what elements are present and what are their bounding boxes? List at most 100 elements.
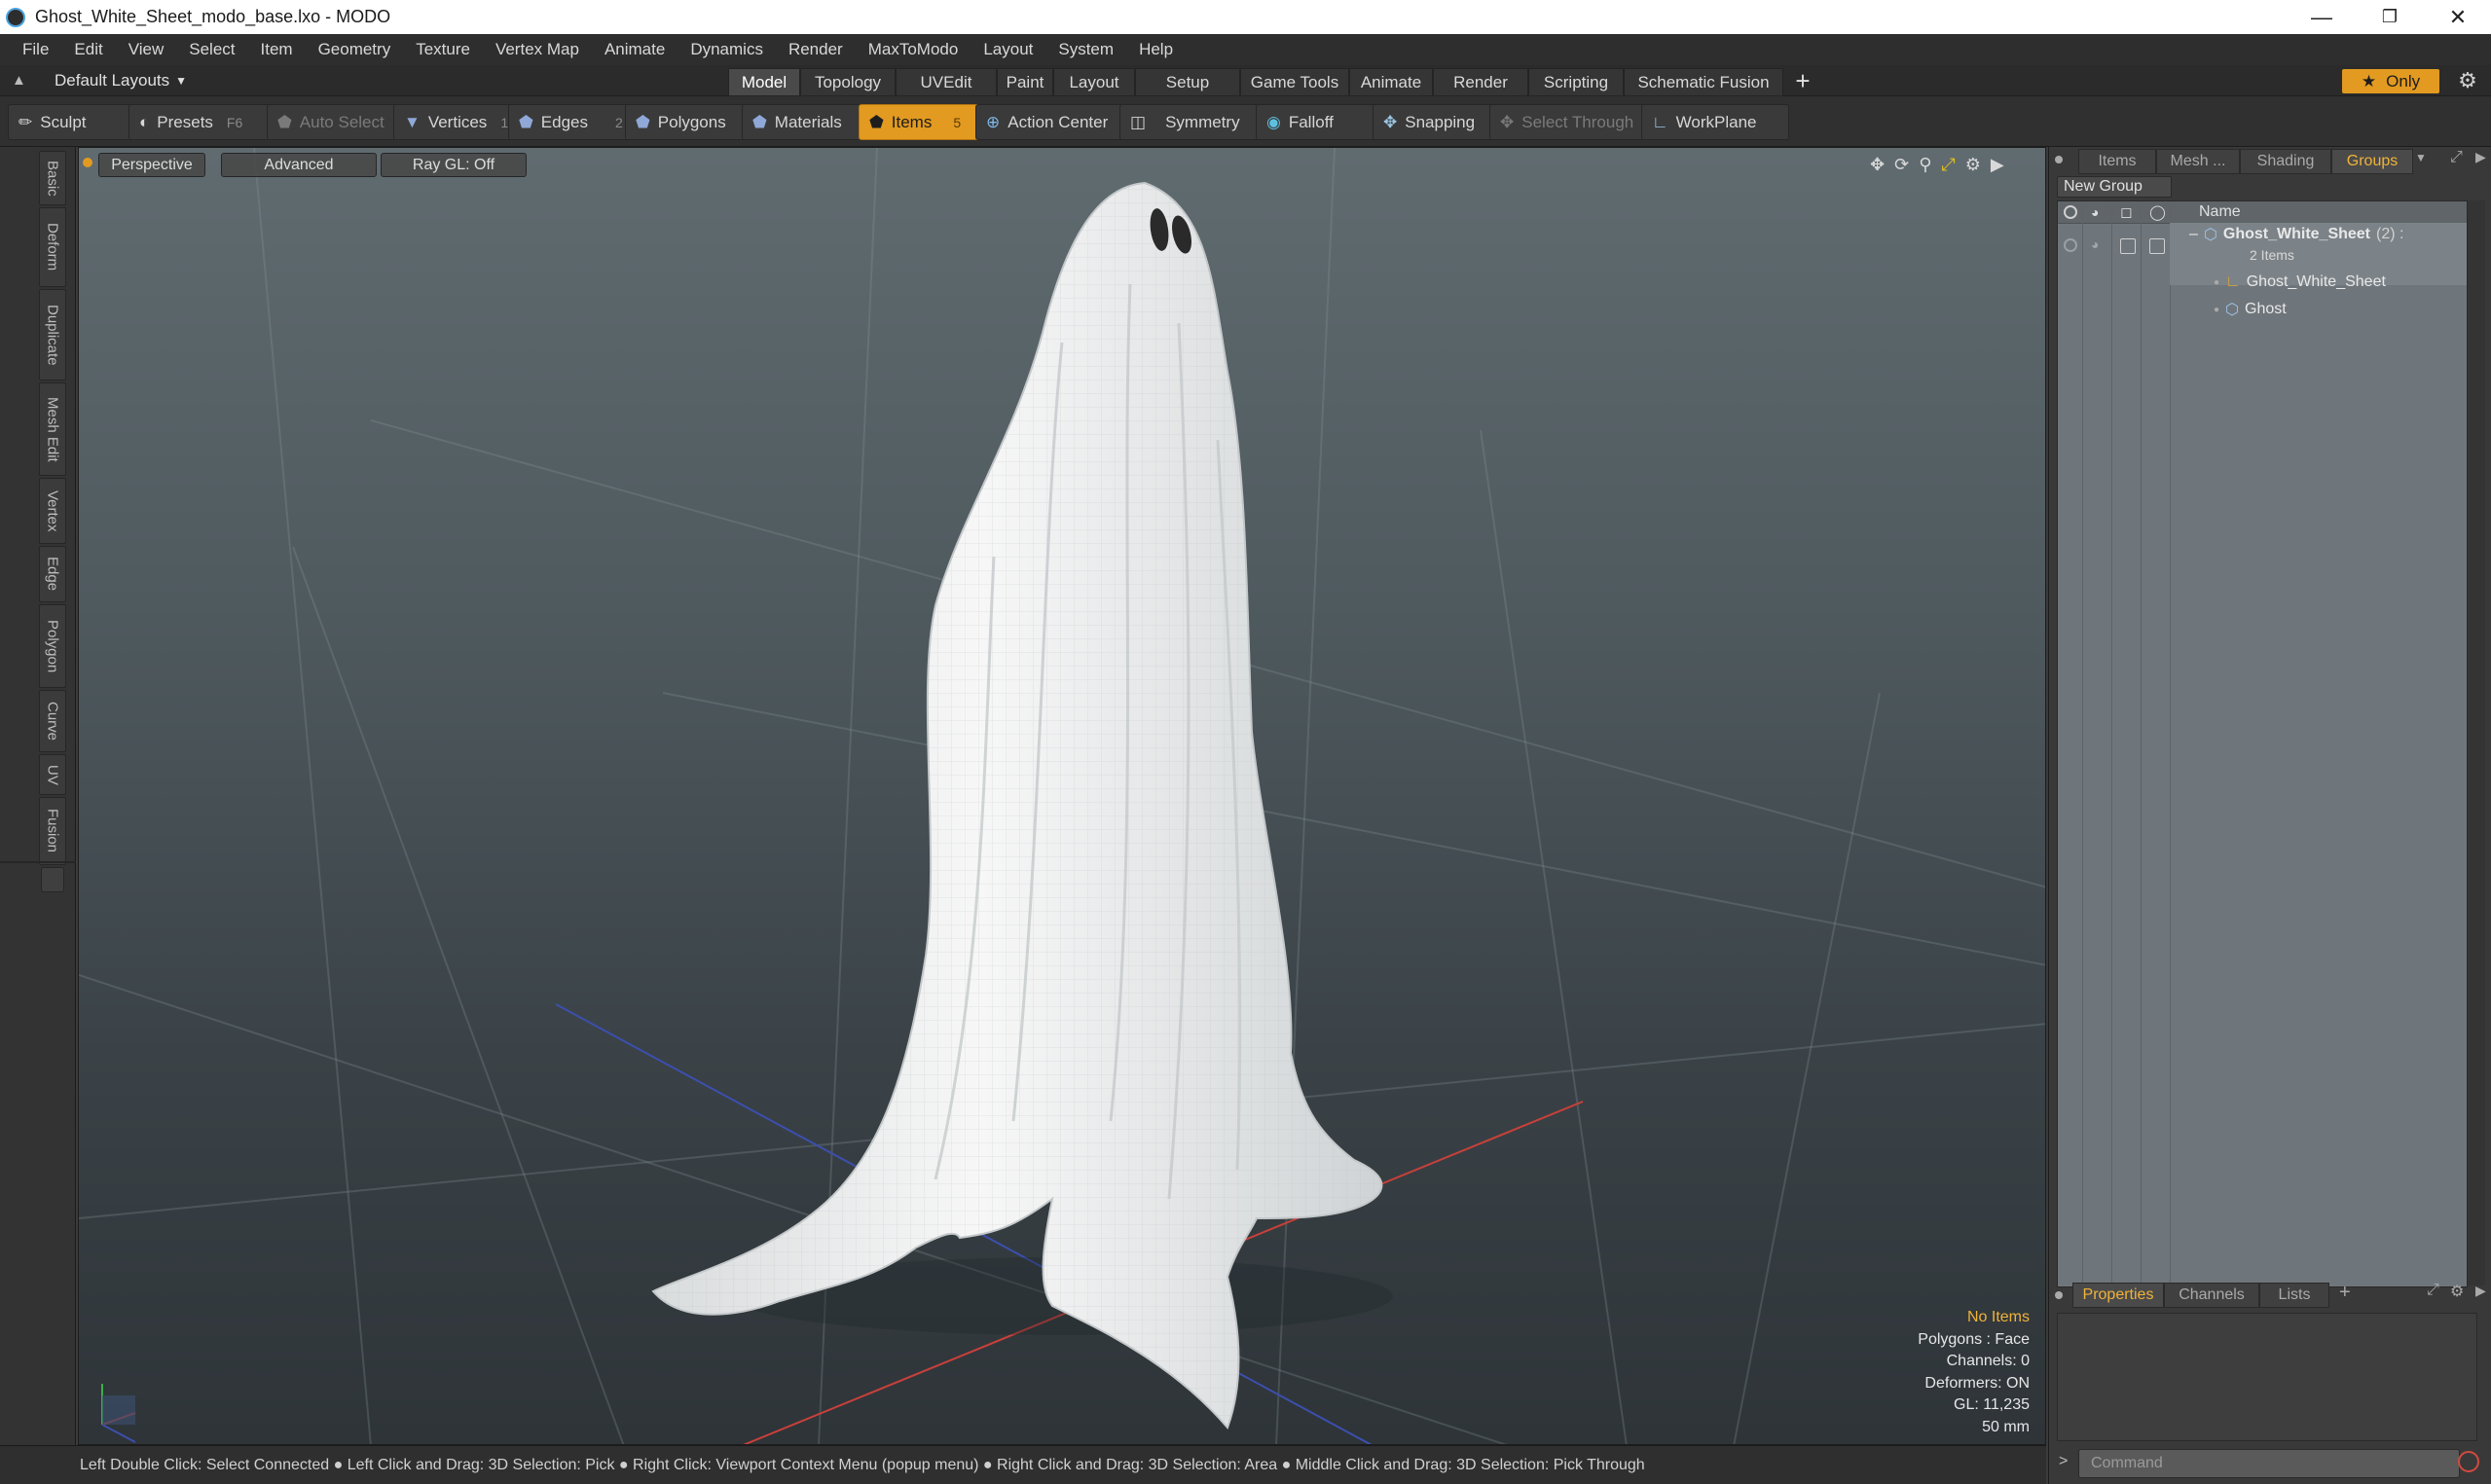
groups-scrollbar[interactable]: [2468, 200, 2485, 1285]
ghost-model[interactable]: [651, 181, 1383, 1430]
command-input[interactable]: Command: [2078, 1449, 2460, 1478]
polygons-button[interactable]: ⬟ Polygons: [625, 104, 755, 140]
vtab-polygon[interactable]: Polygon: [39, 604, 66, 688]
panel-menu-dot[interactable]: [2055, 156, 2063, 163]
menu-file[interactable]: File: [10, 40, 61, 59]
default-layouts-dropdown[interactable]: Default Layouts ▼: [55, 70, 187, 91]
group-child-row[interactable]: ● ⬡ Ghost: [2214, 300, 2287, 319]
viewport-settings-icon[interactable]: ⚙: [1965, 155, 1981, 175]
workplane-button[interactable]: ∟ WorkPlane: [1641, 104, 1789, 140]
group-row[interactable]: – ⬡ Ghost_White_Sheet (2) :: [2189, 225, 2403, 244]
snapping-button[interactable]: ✥ Snapping: [1373, 104, 1503, 140]
tab-topology[interactable]: Topology: [800, 68, 896, 96]
collapse-toggle-icon[interactable]: –: [2189, 226, 2198, 243]
tab-schematic-fusion[interactable]: Schematic Fusion: [1624, 68, 1783, 96]
vtab-curve[interactable]: Curve: [39, 690, 66, 752]
group-child-row[interactable]: ● ∟ Ghost_White_Sheet: [2214, 273, 2386, 291]
vtab-basic[interactable]: Basic: [39, 151, 66, 205]
fit-icon[interactable]: ⤢: [1941, 155, 1955, 175]
tab-groups[interactable]: Groups: [2331, 149, 2413, 174]
group-lock-checkbox[interactable]: [2120, 238, 2136, 254]
tab-render[interactable]: Render: [1433, 68, 1528, 96]
rotate-icon[interactable]: ⟳: [1894, 155, 1909, 175]
close-icon[interactable]: ✕: [2424, 0, 2491, 34]
vtab-deform[interactable]: Deform: [39, 207, 66, 287]
menu-vertex-map[interactable]: Vertex Map: [483, 40, 592, 59]
panel-dropdown-icon[interactable]: ▼: [2415, 151, 2427, 164]
edges-button[interactable]: ⬟ Edges 2: [508, 104, 644, 140]
name-column-header[interactable]: Name: [2199, 203, 2241, 221]
vtab-uv[interactable]: UV: [39, 754, 66, 795]
items-button[interactable]: ⬟ Items 5: [859, 104, 993, 140]
vtab-edge[interactable]: Edge: [39, 546, 66, 602]
menu-item[interactable]: Item: [248, 40, 306, 59]
tab-shading[interactable]: Shading: [2240, 149, 2331, 174]
tab-setup[interactable]: Setup: [1135, 68, 1240, 96]
minimize-icon[interactable]: —: [2288, 0, 2356, 34]
tab-mesh[interactable]: Mesh ...: [2156, 149, 2240, 174]
add-tab-button[interactable]: +: [1789, 66, 1816, 95]
restore-icon[interactable]: ❐: [2356, 0, 2424, 34]
strip-toggle-button[interactable]: [41, 867, 64, 892]
menu-dynamics[interactable]: Dynamics: [678, 40, 776, 59]
viewport-menu-dot[interactable]: [83, 158, 92, 167]
select-through-button[interactable]: ✥ Select Through: [1489, 104, 1655, 140]
tab-uvedit[interactable]: UVEdit: [896, 68, 997, 96]
tab-model[interactable]: Model: [728, 68, 800, 96]
symmetry-button[interactable]: ◫ Symmetry: [1119, 104, 1265, 140]
menu-select[interactable]: Select: [176, 40, 247, 59]
vtab-vertex[interactable]: Vertex: [39, 478, 66, 544]
props-menu-dot[interactable]: [2055, 1291, 2063, 1299]
vtab-fusion[interactable]: Fusion: [39, 797, 66, 865]
menu-geometry[interactable]: Geometry: [306, 40, 404, 59]
menu-edit[interactable]: Edit: [61, 40, 115, 59]
group-visibility-eye-icon[interactable]: [2064, 238, 2077, 252]
action-center-button[interactable]: ⊕ Action Center: [975, 104, 1137, 140]
tab-lists[interactable]: Lists: [2259, 1283, 2329, 1308]
menu-system[interactable]: System: [1045, 40, 1126, 59]
tab-scripting[interactable]: Scripting: [1528, 68, 1624, 96]
layout-expand-icon[interactable]: ▲: [12, 72, 31, 90]
menu-animate[interactable]: Animate: [592, 40, 678, 59]
tab-layout[interactable]: Layout: [1053, 68, 1135, 96]
vtab-duplicate[interactable]: Duplicate: [39, 289, 66, 380]
tab-properties[interactable]: Properties: [2072, 1283, 2164, 1308]
menu-view[interactable]: View: [116, 40, 177, 59]
tab-paint[interactable]: Paint: [997, 68, 1053, 96]
shading-mode-button[interactable]: Advanced: [221, 153, 377, 177]
props-arrow-icon[interactable]: ▶: [2475, 1283, 2486, 1299]
zoom-icon[interactable]: ⚲: [1919, 155, 1931, 175]
props-gear-icon[interactable]: ⚙: [2450, 1282, 2464, 1301]
falloff-button[interactable]: ◉ Falloff: [1256, 104, 1386, 140]
tab-animate[interactable]: Animate: [1349, 68, 1433, 96]
menu-help[interactable]: Help: [1126, 40, 1186, 59]
materials-button[interactable]: ⬟ Materials: [742, 104, 872, 140]
new-group-button[interactable]: New Group: [2057, 176, 2172, 198]
menu-texture[interactable]: Texture: [403, 40, 483, 59]
gear-icon[interactable]: ⚙: [2455, 68, 2480, 93]
tab-game-tools[interactable]: Game Tools: [1240, 68, 1349, 96]
lock-icon[interactable]: ◻: [2120, 203, 2132, 221]
sculpt-button[interactable]: ✏ Sculpt: [8, 104, 144, 140]
auto-select-button[interactable]: ⬟ Auto Select: [267, 104, 407, 140]
raygl-button[interactable]: Ray GL: Off: [381, 153, 527, 177]
command-record-icon[interactable]: [2458, 1451, 2479, 1472]
select-icon[interactable]: ◯: [2149, 203, 2166, 221]
tab-channels[interactable]: Channels: [2164, 1283, 2259, 1308]
panel-arrow-icon[interactable]: ▶: [2475, 149, 2486, 165]
group-render-icon[interactable]: ◕: [2091, 236, 2099, 252]
only-toggle[interactable]: ★ Only: [2342, 69, 2439, 93]
expand-arrow-icon[interactable]: ▶: [1991, 155, 2004, 175]
render-icon[interactable]: ◕: [2091, 204, 2099, 220]
view-mode-button[interactable]: Perspective: [98, 153, 205, 177]
pan-icon[interactable]: ✥: [1870, 155, 1885, 175]
panel-maximize-icon[interactable]: ⤢: [2450, 149, 2463, 166]
props-maximize-icon[interactable]: ⤢: [2427, 1282, 2439, 1299]
presets-button[interactable]: ◐ Presets F6: [128, 104, 273, 140]
visibility-eye-icon[interactable]: [2064, 205, 2077, 219]
menu-render[interactable]: Render: [776, 40, 856, 59]
vtab-mesh-edit[interactable]: Mesh Edit: [39, 382, 66, 476]
menu-maxtomodo[interactable]: MaxToModo: [856, 40, 971, 59]
group-select-checkbox[interactable]: [2149, 238, 2165, 254]
menu-layout[interactable]: Layout: [971, 40, 1045, 59]
